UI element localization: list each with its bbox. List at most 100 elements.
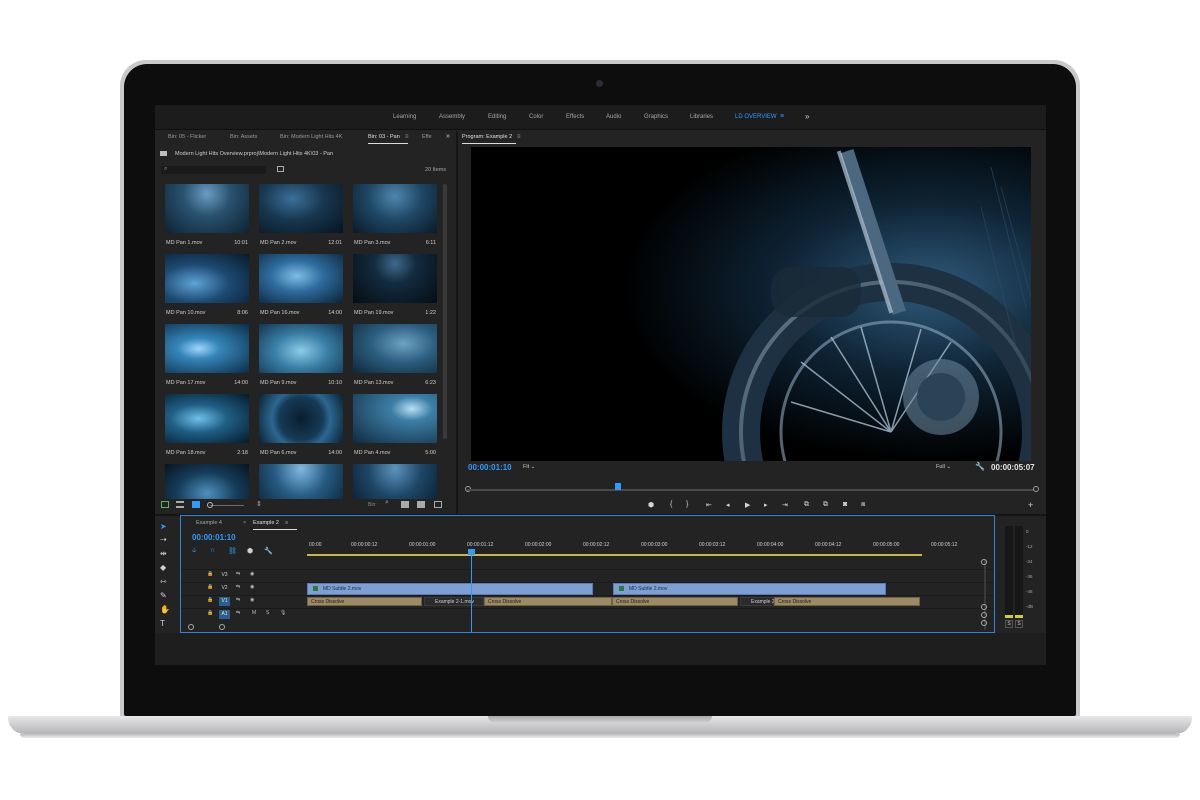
scroll-handle[interactable] xyxy=(981,612,987,618)
track-label-a1[interactable]: A1 xyxy=(219,610,230,619)
close-icon[interactable]: × xyxy=(243,520,246,526)
project-scrollbar[interactable] xyxy=(443,184,447,439)
slip-icon[interactable]: ⇿ xyxy=(160,577,167,586)
solo-button[interactable]: S xyxy=(1005,620,1013,628)
plus-icon[interactable]: + xyxy=(1028,500,1033,510)
add-marker-icon[interactable]: ⬢ xyxy=(247,547,253,555)
lock-icon[interactable] xyxy=(161,501,169,508)
search-input[interactable] xyxy=(161,166,266,174)
scroll-handle[interactable] xyxy=(981,559,987,565)
snap-icon[interactable]: ∩ xyxy=(210,547,215,554)
ripple-edit-icon[interactable]: ⇹ xyxy=(160,549,167,558)
workspace-effects[interactable]: Effects xyxy=(566,114,584,120)
tab-sequence-example-4[interactable]: Example 4 xyxy=(196,520,222,526)
program-title[interactable]: Program: Example 2 xyxy=(462,134,512,140)
timeline-clip[interactable]: Example 2-1 xyxy=(740,597,779,606)
microphone-icon[interactable]: 🎙 xyxy=(280,610,286,616)
mark-in-icon[interactable]: { xyxy=(670,501,672,508)
workspace-graphics[interactable]: Graphics xyxy=(644,114,668,120)
scrub-handle-right[interactable] xyxy=(1033,486,1039,492)
sync-lock-icon[interactable]: ⇆ xyxy=(236,571,240,577)
tab-effects[interactable]: Effe xyxy=(422,134,432,140)
mark-out-icon[interactable]: } xyxy=(686,501,688,508)
hand-icon[interactable]: ✋ xyxy=(160,605,170,614)
trash-icon[interactable] xyxy=(434,501,442,508)
timeline-clip[interactable]: Example 2-1.mov xyxy=(424,597,484,606)
zoom-slider-handle[interactable] xyxy=(207,502,213,508)
track-label-v3[interactable]: V3 xyxy=(219,571,230,580)
lock-icon[interactable]: 🔒 xyxy=(207,597,213,603)
track-label-v1[interactable]: V1 xyxy=(219,597,230,606)
tab-bin-assets[interactable]: Bin: Assets xyxy=(230,134,257,140)
sync-lock-icon[interactable]: ⇆ xyxy=(236,584,240,590)
playhead-icon[interactable] xyxy=(615,483,621,490)
timeline-clip[interactable]: Cross Dissolve xyxy=(774,597,920,606)
workspace-editing[interactable]: Editing xyxy=(488,114,506,120)
wrench-icon[interactable]: 🔧 xyxy=(975,462,985,471)
workspace-learning[interactable]: Learning xyxy=(393,114,416,120)
playhead-line[interactable] xyxy=(471,554,472,632)
sync-lock-icon[interactable]: ⇆ xyxy=(236,597,240,603)
lock-icon[interactable]: 🔒 xyxy=(207,610,213,616)
scrub-bar[interactable] xyxy=(467,489,1034,491)
lock-icon[interactable]: 🔒 xyxy=(207,584,213,590)
eye-icon[interactable]: ◉ xyxy=(250,597,254,603)
timeline-clip[interactable]: MD Subtle 2.mov xyxy=(307,583,593,595)
linked-selection-icon[interactable]: ⛓ xyxy=(228,547,237,555)
selection-tool-icon[interactable]: ➤ xyxy=(160,522,167,531)
step-back-icon[interactable]: ◂ xyxy=(726,501,730,509)
new-bin-icon[interactable] xyxy=(401,501,409,508)
scroll-handle[interactable] xyxy=(981,620,987,626)
resolution-select[interactable]: Full ⌄ xyxy=(936,464,951,470)
workspace-libraries[interactable]: Libraries xyxy=(690,114,713,120)
workspace-assembly[interactable]: Assembly xyxy=(439,114,465,120)
mute-button[interactable]: M xyxy=(252,610,256,616)
solo-button[interactable]: S xyxy=(266,610,269,616)
timeline-clip[interactable]: Cross Dissolve xyxy=(612,597,738,606)
tab-bin-modern-light-hits[interactable]: Bin: Modern Light Hits 4K xyxy=(280,134,342,140)
hamburger-icon[interactable]: ≡ xyxy=(780,113,784,120)
marker-icon[interactable]: ⬢ xyxy=(648,501,654,509)
icon-view-icon[interactable] xyxy=(192,501,200,508)
timeline-timecode[interactable]: 00:00:01:10 xyxy=(192,533,236,542)
zoom-select[interactable]: Fit ⌄ xyxy=(523,464,535,470)
new-bin-icon[interactable] xyxy=(277,166,284,172)
go-to-in-icon[interactable]: ⇤ xyxy=(706,501,712,509)
wrench-icon[interactable]: 🔧 xyxy=(264,547,273,555)
sync-lock-icon[interactable]: ⇆ xyxy=(236,610,240,616)
lock-icon[interactable]: 🔒 xyxy=(207,571,213,577)
zoom-scroll-handle-left[interactable] xyxy=(188,624,194,630)
eye-icon[interactable]: ◉ xyxy=(250,584,254,590)
current-timecode[interactable]: 00:00:01:10 xyxy=(468,463,512,472)
timeline-clip[interactable]: MD Subtle 2.mov xyxy=(613,583,886,595)
eye-icon[interactable]: ◉ xyxy=(250,571,254,577)
search-icon[interactable]: ⌕ xyxy=(385,499,389,507)
work-area-bar[interactable] xyxy=(307,554,922,556)
tab-bin-flicker[interactable]: Bin: 05 - Flicker xyxy=(168,134,206,140)
workspace-color[interactable]: Color xyxy=(529,114,543,120)
timeline-clip[interactable]: Cross Dissolve xyxy=(307,597,422,606)
lift-icon[interactable]: ⧉ xyxy=(804,501,809,509)
new-item-icon[interactable] xyxy=(417,501,425,508)
nest-icon[interactable]: ⫝ xyxy=(192,547,196,555)
zoom-scroll-handle-right[interactable] xyxy=(219,624,225,630)
workspace-ld-overview[interactable]: LD OVERVIEW xyxy=(735,114,777,120)
tab-bin-pan[interactable]: Bin: 03 - Pan xyxy=(368,134,400,140)
hamburger-icon[interactable]: ≡ xyxy=(405,134,409,140)
type-icon[interactable]: T xyxy=(160,619,165,628)
timeline-clip[interactable]: Cross Dissolve xyxy=(484,597,612,606)
track-label-v2[interactable]: V2 xyxy=(219,584,230,593)
list-view-icon[interactable] xyxy=(176,501,184,508)
pen-icon[interactable]: ✎ xyxy=(160,591,167,600)
extract-icon[interactable]: ⧉ xyxy=(823,501,828,509)
tab-sequence-example-2[interactable]: Example 2 xyxy=(253,520,279,526)
hamburger-icon[interactable]: ≡ xyxy=(517,134,521,140)
export-frame-icon[interactable]: ◙ xyxy=(843,501,847,508)
play-icon[interactable]: ▶ xyxy=(745,501,750,509)
step-forward-icon[interactable]: ▸ xyxy=(764,501,768,509)
go-to-out-icon[interactable]: ⇥ xyxy=(782,501,788,509)
double-chevron-right-icon[interactable]: » xyxy=(446,133,450,140)
track-select-icon[interactable]: ⇢ xyxy=(160,535,167,544)
zoom-slider[interactable] xyxy=(210,505,244,506)
sort-icon[interactable]: ⇕ xyxy=(256,500,262,508)
